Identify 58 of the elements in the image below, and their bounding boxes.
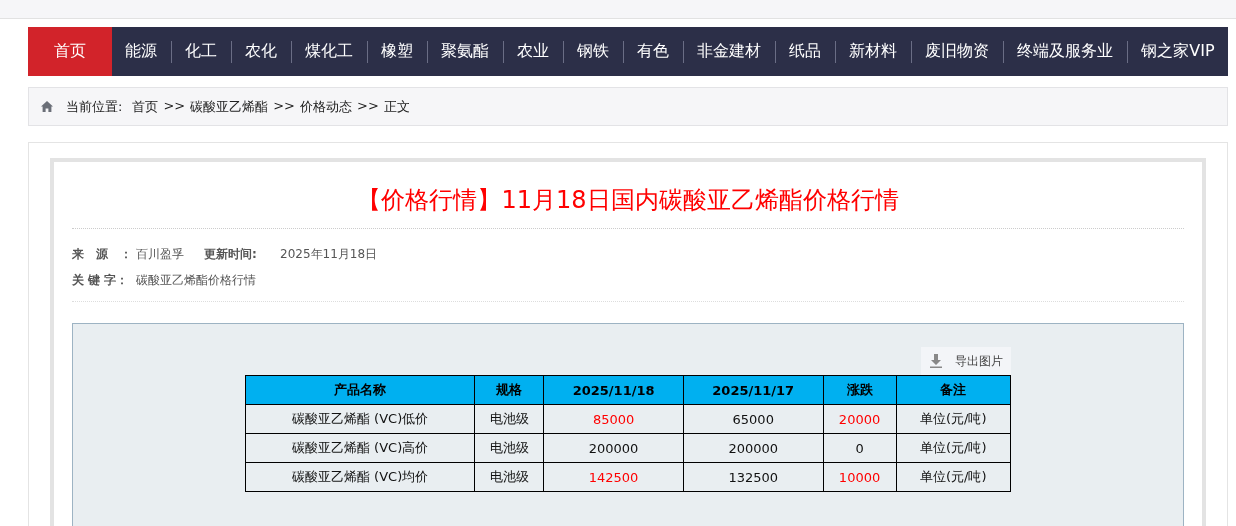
breadcrumb-link[interactable]: 首页 bbox=[132, 97, 159, 116]
nav-tab[interactable]: 煤化工 bbox=[291, 27, 367, 76]
nav-tab[interactable]: 有色 bbox=[623, 27, 683, 76]
breadcrumb-separator: >> bbox=[163, 97, 186, 115]
column-header: 2025/11/18 bbox=[543, 375, 684, 405]
table-cell: 单位(元/吨) bbox=[896, 433, 1011, 463]
article-title: 【价格行情】11月18日国内碳酸亚乙烯酯价格行情 bbox=[72, 162, 1184, 229]
table-cell: 碳酸亚乙烯酯 (VC)低价 bbox=[245, 404, 475, 434]
table-cell: 电池级 bbox=[474, 462, 544, 492]
table-cell: 单位(元/吨) bbox=[896, 404, 1011, 434]
table-cell: 200000 bbox=[543, 433, 684, 463]
table-cell: 电池级 bbox=[474, 433, 544, 463]
table-cell: 200000 bbox=[683, 433, 824, 463]
table-cell: 0 bbox=[823, 433, 897, 463]
table-cell: 142500 bbox=[543, 462, 684, 492]
table-cell: 单位(元/吨) bbox=[896, 462, 1011, 492]
meta-label: 关 键 字： bbox=[72, 271, 130, 289]
export-image-button[interactable]: 导出图片 bbox=[921, 347, 1011, 375]
table-cell: 10000 bbox=[823, 462, 897, 492]
meta-value: 碳酸亚乙烯酯价格行情 bbox=[136, 271, 256, 289]
nav-tab[interactable]: 农化 bbox=[231, 27, 291, 76]
nav-tab[interactable]: 终端及服务业 bbox=[1003, 27, 1127, 76]
download-icon bbox=[929, 354, 943, 368]
location-label: 当前位置: bbox=[66, 97, 123, 116]
home-icon bbox=[41, 101, 53, 112]
nav-tab[interactable]: 首页 bbox=[28, 27, 112, 76]
breadcrumb-link[interactable]: 正文 bbox=[383, 97, 410, 116]
table-cell: 65000 bbox=[683, 404, 824, 434]
nav-tab[interactable]: 新材料 bbox=[835, 27, 911, 76]
meta-value: 2025年11月18日 bbox=[280, 245, 378, 263]
nav-tab[interactable]: 农业 bbox=[503, 27, 563, 76]
nav-tab[interactable]: 能源 bbox=[112, 27, 171, 76]
breadcrumb-link[interactable]: 价格动态 bbox=[300, 97, 352, 116]
nav-tab[interactable]: 钢之家VIP bbox=[1127, 27, 1229, 76]
column-header: 备注 bbox=[896, 375, 1011, 405]
table-cell: 电池级 bbox=[474, 404, 544, 434]
nav-tab[interactable]: 废旧物资 bbox=[911, 27, 1003, 76]
column-header: 产品名称 bbox=[245, 375, 475, 405]
nav-tab[interactable]: 聚氨酯 bbox=[427, 27, 503, 76]
nav-tab[interactable]: 化工 bbox=[172, 27, 231, 76]
nav-tab[interactable]: 钢铁 bbox=[563, 27, 623, 76]
table-cell: 132500 bbox=[683, 462, 824, 492]
table-cell: 85000 bbox=[543, 404, 684, 434]
column-header: 2025/11/17 bbox=[683, 375, 824, 405]
column-header: 涨跌 bbox=[823, 375, 897, 405]
meta-label: 来 源 ： bbox=[72, 245, 133, 263]
table-cell: 碳酸亚乙烯酯 (VC)高价 bbox=[245, 433, 475, 463]
nav-tab[interactable]: 纸品 bbox=[775, 27, 835, 76]
nav-tab[interactable]: 非金建材 bbox=[683, 27, 775, 76]
table-cell: 20000 bbox=[823, 404, 897, 434]
breadcrumb-link[interactable]: 碳酸亚乙烯酯 bbox=[190, 97, 269, 116]
table-cell: 碳酸亚乙烯酯 (VC)均价 bbox=[245, 462, 475, 492]
column-header: 规格 bbox=[474, 375, 544, 405]
nav-tab[interactable]: 橡塑 bbox=[367, 27, 427, 76]
breadcrumb-separator: >> bbox=[357, 97, 379, 115]
meta-value: 百川盈孚 bbox=[136, 245, 184, 263]
meta-label: 更新时间: bbox=[204, 245, 258, 263]
breadcrumb-separator: >> bbox=[273, 97, 295, 115]
